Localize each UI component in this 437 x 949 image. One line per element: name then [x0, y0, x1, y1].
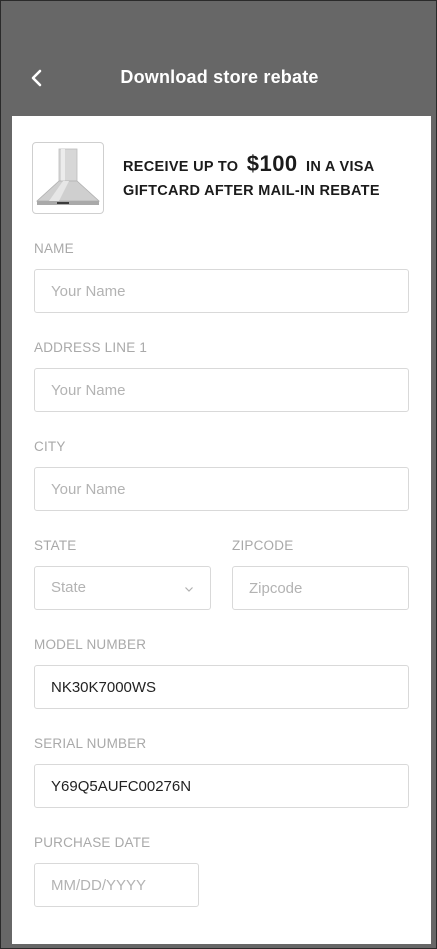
purchase-date-input[interactable] [34, 863, 199, 907]
zipcode-label: ZIPCODE [232, 538, 294, 553]
promo-amount: $100 [246, 151, 298, 176]
serial-number-input[interactable] [34, 764, 409, 808]
state-select-value: State [51, 579, 87, 596]
serial-number-label: SERIAL NUMBER [34, 736, 147, 751]
page-title: Download store rebate [120, 67, 319, 87]
rebate-form-card: RECEIVE UP TO $100 IN A VISA GIFTCARD AF… [12, 116, 431, 944]
purchase-date-label: PURCHASE DATE [34, 835, 151, 850]
product-image [32, 142, 104, 214]
range-hood-icon [35, 148, 101, 205]
model-number-input[interactable] [34, 665, 409, 709]
header-bar: Download store rebate [1, 1, 437, 116]
model-number-label: MODEL NUMBER [34, 637, 147, 652]
zipcode-input[interactable] [232, 566, 409, 610]
city-label: CITY [34, 439, 66, 454]
promo-prefix: RECEIVE UP TO [123, 159, 239, 175]
promo-line-1: RECEIVE UP TO $100 IN A VISA [123, 152, 413, 179]
promo-line-2: GIFTCARD AFTER MAIL-IN REBATE [123, 183, 380, 199]
app-frame: Download store rebate RECEIVE UP TO $100… [0, 0, 437, 949]
promo-suffix: IN A VISA [306, 159, 375, 175]
address-label: ADDRESS LINE 1 [34, 340, 148, 355]
promo-banner: RECEIVE UP TO $100 IN A VISA GIFTCARD AF… [32, 142, 412, 216]
city-input[interactable] [34, 467, 409, 511]
state-select[interactable]: State [34, 566, 211, 610]
name-label: NAME [34, 241, 74, 256]
state-label: STATE [34, 538, 77, 553]
chevron-down-icon [185, 587, 193, 592]
name-input[interactable] [34, 269, 409, 313]
promo-text: RECEIVE UP TO $100 IN A VISA GIFTCARD AF… [123, 152, 413, 203]
address-input[interactable] [34, 368, 409, 412]
